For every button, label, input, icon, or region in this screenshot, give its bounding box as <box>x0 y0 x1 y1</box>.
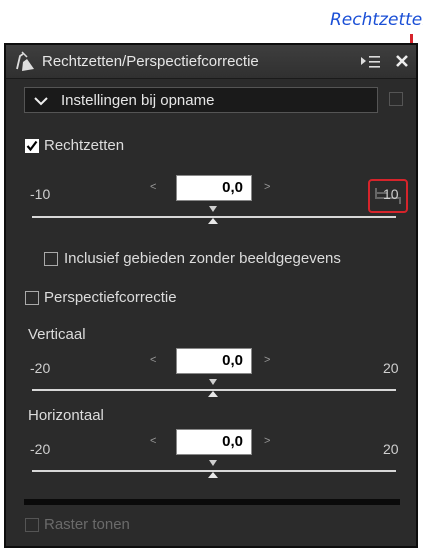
straighten-callout-label: Rechtzetten <box>330 10 423 30</box>
panel-menu-icon[interactable] <box>361 55 381 69</box>
straighten-perspective-panel: Rechtzetten/Perspectiefcorrectie Instell… <box>4 43 418 548</box>
close-icon[interactable] <box>395 54 409 68</box>
straighten-min: -10 <box>30 186 51 202</box>
include-empty-areas-checkbox[interactable] <box>44 252 58 266</box>
horizontal-decrease-arrow[interactable]: < <box>150 435 156 447</box>
horizontal-max: 20 <box>383 441 399 457</box>
straighten-checkbox[interactable] <box>25 139 39 153</box>
horizontal-value-input[interactable]: 0,0 <box>176 429 252 455</box>
horizontal-label: Horizontaal <box>28 407 104 424</box>
straighten-tool-icon <box>16 51 34 71</box>
horizontal-increase-arrow[interactable]: > <box>264 435 270 447</box>
perspective-label: Perspectiefcorrectie <box>44 289 177 306</box>
straighten-label: Rechtzetten <box>44 137 125 154</box>
vertical-slider-thumb[interactable] <box>206 378 220 398</box>
straighten-decrease-arrow[interactable]: < <box>150 181 156 193</box>
preset-apply-checkbox[interactable] <box>389 92 403 106</box>
vertical-value-input[interactable]: 0,0 <box>176 348 252 374</box>
horizontal-slider-thumb[interactable] <box>206 459 220 479</box>
preset-dropdown-label: Instellingen bij opname <box>61 92 215 109</box>
vertical-max: 20 <box>383 360 399 376</box>
chevron-down-icon <box>34 97 48 106</box>
vertical-min: -20 <box>30 360 51 376</box>
perspective-checkbox[interactable] <box>25 291 39 305</box>
checkmark-icon <box>26 140 38 152</box>
straighten-slider-thumb[interactable] <box>206 205 220 225</box>
straighten-increase-arrow[interactable]: > <box>264 181 270 193</box>
panel-separator <box>24 499 400 505</box>
vertical-label: Verticaal <box>28 326 86 343</box>
include-empty-areas-label: Inclusief gebieden zonder beeldgegevens <box>64 250 341 267</box>
vertical-increase-arrow[interactable]: > <box>264 354 270 366</box>
horizontal-min: -20 <box>30 441 51 457</box>
grid-checkbox[interactable] <box>25 518 39 532</box>
panel-titlebar: Rechtzetten/Perspectiefcorrectie <box>6 45 416 79</box>
straighten-max: 10 <box>383 186 399 202</box>
straighten-value-input[interactable]: 0,0 <box>176 175 252 201</box>
grid-label: Raster tonen <box>44 516 130 533</box>
vertical-decrease-arrow[interactable]: < <box>150 354 156 366</box>
preset-dropdown[interactable]: Instellingen bij opname <box>24 87 378 113</box>
panel-title: Rechtzetten/Perspectiefcorrectie <box>42 53 259 70</box>
